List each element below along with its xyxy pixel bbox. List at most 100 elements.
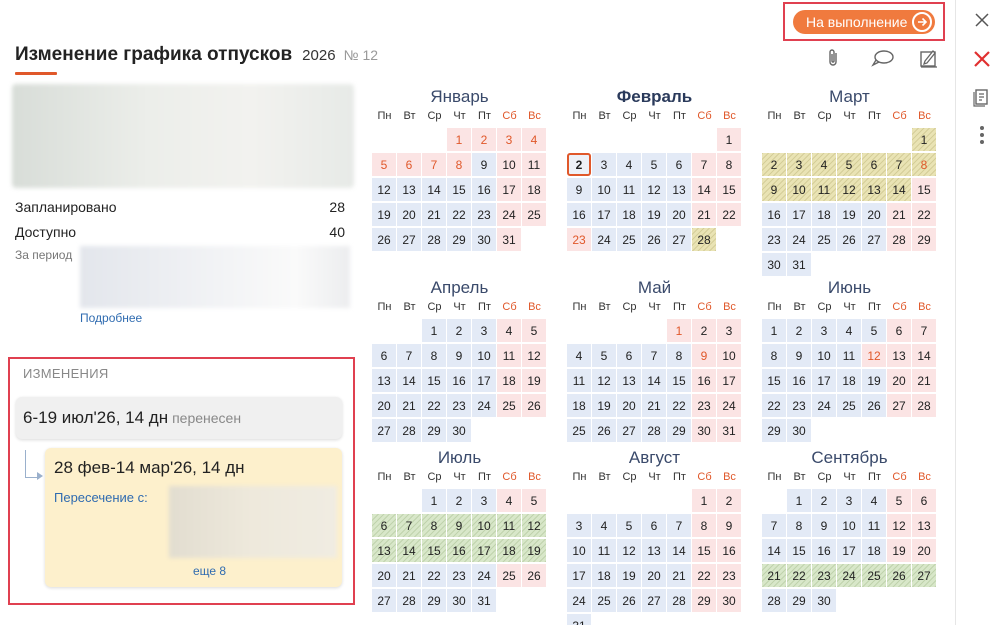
calendar-day[interactable]: 22 — [422, 564, 446, 587]
calendar-day[interactable]: 22 — [447, 203, 471, 226]
calendar-day[interactable]: 10 — [472, 514, 496, 537]
calendar-day[interactable]: 17 — [787, 203, 811, 226]
calendar-day[interactable]: 24 — [497, 203, 521, 226]
calendar-day[interactable]: 16 — [717, 539, 741, 562]
calendar-day[interactable]: 29 — [912, 228, 936, 251]
calendar-day[interactable]: 21 — [887, 203, 911, 226]
calendar-day[interactable]: 3 — [717, 319, 741, 342]
calendar-day[interactable]: 1 — [717, 128, 741, 151]
calendar-day[interactable]: 26 — [522, 394, 546, 417]
calendar-day[interactable]: 1 — [912, 128, 936, 151]
calendar-day[interactable]: 11 — [862, 514, 886, 537]
calendar-day[interactable]: 27 — [887, 394, 911, 417]
calendar-day[interactable]: 5 — [887, 489, 911, 512]
calendar-day[interactable]: 23 — [762, 228, 786, 251]
calendar-day[interactable]: 4 — [617, 153, 641, 176]
calendar-day[interactable]: 17 — [837, 539, 861, 562]
calendar-day[interactable]: 29 — [787, 589, 811, 612]
calendar-day[interactable]: 12 — [837, 178, 861, 201]
calendar-day[interactable]: 24 — [717, 394, 741, 417]
calendar-day[interactable]: 20 — [887, 369, 911, 392]
calendar-day[interactable]: 1 — [422, 489, 446, 512]
calendar-day[interactable]: 27 — [617, 419, 641, 442]
calendar-day[interactable]: 6 — [642, 514, 666, 537]
calendar-day[interactable]: 7 — [692, 153, 716, 176]
calendar-day[interactable]: 18 — [567, 394, 591, 417]
signature-icon[interactable] — [918, 47, 940, 69]
more-overlaps-link[interactable]: еще 8 — [193, 564, 226, 578]
calendar-day[interactable]: 14 — [397, 539, 421, 562]
calendar-day[interactable]: 28 — [642, 419, 666, 442]
calendar-day[interactable]: 7 — [397, 514, 421, 537]
calendar-day[interactable]: 6 — [912, 489, 936, 512]
calendar-day[interactable]: 18 — [522, 178, 546, 201]
calendar-day[interactable]: 4 — [837, 319, 861, 342]
calendar-day[interactable]: 5 — [522, 489, 546, 512]
calendar-day[interactable]: 19 — [522, 539, 546, 562]
calendar-day[interactable]: 15 — [717, 178, 741, 201]
calendar-day[interactable]: 18 — [617, 203, 641, 226]
calendar-day[interactable]: 9 — [812, 514, 836, 537]
calendar-day[interactable]: 2 — [447, 319, 471, 342]
calendar-day[interactable]: 7 — [667, 514, 691, 537]
calendar-day[interactable]: 31 — [497, 228, 521, 251]
calendar-day[interactable]: 15 — [422, 539, 446, 562]
calendar-day[interactable]: 28 — [397, 419, 421, 442]
calendar-day[interactable]: 30 — [692, 419, 716, 442]
calendar-day[interactable]: 29 — [762, 419, 786, 442]
calendar-day[interactable]: 16 — [812, 539, 836, 562]
calendar-day[interactable]: 16 — [472, 178, 496, 201]
calendar-day[interactable]: 30 — [787, 419, 811, 442]
calendar-day[interactable]: 29 — [422, 589, 446, 612]
calendar-day[interactable]: 19 — [642, 203, 666, 226]
calendar-day[interactable]: 9 — [447, 514, 471, 537]
calendar-day[interactable]: 1 — [447, 128, 471, 151]
calendar-day[interactable]: 8 — [667, 344, 691, 367]
calendar-day[interactable]: 27 — [397, 228, 421, 251]
calendar-day[interactable]: 6 — [372, 344, 396, 367]
calendar-day[interactable]: 20 — [372, 564, 396, 587]
calendar-day[interactable]: 20 — [397, 203, 421, 226]
calendar-day[interactable]: 13 — [372, 369, 396, 392]
calendar-day[interactable]: 15 — [447, 178, 471, 201]
calendar-day[interactable]: 18 — [592, 564, 616, 587]
calendar-day[interactable]: 25 — [812, 228, 836, 251]
calendar-day[interactable]: 3 — [837, 489, 861, 512]
calendar-day[interactable]: 25 — [567, 419, 591, 442]
calendar-day[interactable]: 3 — [472, 319, 496, 342]
calendar-day[interactable]: 14 — [667, 539, 691, 562]
calendar-day[interactable]: 23 — [717, 564, 741, 587]
calendar-day[interactable]: 7 — [642, 344, 666, 367]
calendar-day[interactable]: 26 — [862, 394, 886, 417]
calendar-day[interactable]: 18 — [812, 203, 836, 226]
exec-button[interactable]: На выполнение — [793, 10, 935, 34]
calendar-day[interactable]: 27 — [372, 419, 396, 442]
calendar-day[interactable]: 13 — [887, 344, 911, 367]
calendar-day[interactable]: 31 — [472, 589, 496, 612]
calendar-day[interactable]: 30 — [447, 419, 471, 442]
calendar-day[interactable]: 10 — [837, 514, 861, 537]
calendar-day[interactable]: 18 — [837, 369, 861, 392]
calendar-day[interactable]: 30 — [472, 228, 496, 251]
calendar-day[interactable]: 12 — [642, 178, 666, 201]
calendar-day[interactable]: 18 — [862, 539, 886, 562]
calendar-day[interactable]: 12 — [862, 344, 886, 367]
calendar-day[interactable]: 27 — [642, 589, 666, 612]
calendar-day[interactable]: 12 — [372, 178, 396, 201]
calendar-day[interactable]: 9 — [787, 344, 811, 367]
calendar-day[interactable]: 19 — [887, 539, 911, 562]
calendar-day[interactable]: 15 — [787, 539, 811, 562]
calendar-day[interactable]: 4 — [862, 489, 886, 512]
calendar-day[interactable]: 7 — [422, 153, 446, 176]
calendar-day[interactable]: 9 — [762, 178, 786, 201]
calendar-day[interactable]: 22 — [667, 394, 691, 417]
calendar-day[interactable]: 21 — [762, 564, 786, 587]
calendar-day[interactable]: 20 — [912, 539, 936, 562]
calendar-day[interactable]: 16 — [567, 203, 591, 226]
calendar-day[interactable]: 22 — [422, 394, 446, 417]
calendar-day[interactable]: 22 — [912, 203, 936, 226]
calendar-day[interactable]: 28 — [397, 589, 421, 612]
calendar-day[interactable]: 25 — [862, 564, 886, 587]
calendar-day[interactable]: 17 — [567, 564, 591, 587]
calendar-day[interactable]: 13 — [617, 369, 641, 392]
